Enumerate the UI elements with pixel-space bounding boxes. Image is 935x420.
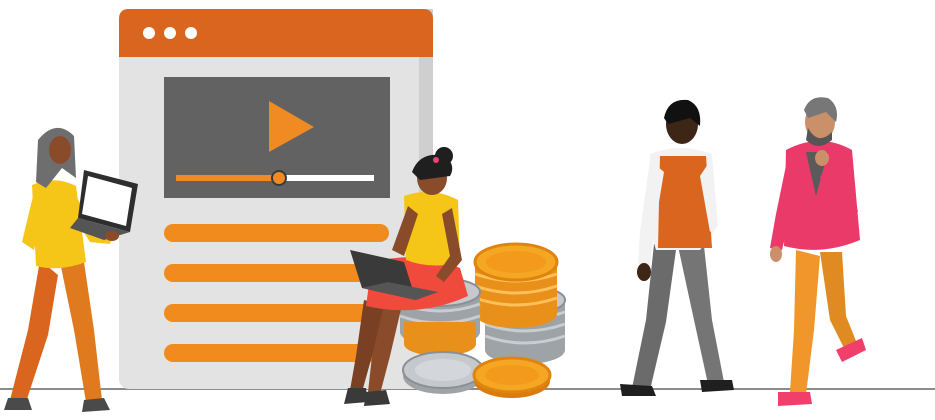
coin-loose-silver <box>402 351 484 394</box>
window-dot-icon <box>185 27 197 39</box>
progress-fill <box>176 175 279 181</box>
text-line <box>164 264 389 282</box>
coin-loose-gold <box>472 356 552 398</box>
text-line <box>164 344 389 362</box>
coin-stack-gold <box>473 242 559 328</box>
progress-handle[interactable] <box>270 170 287 186</box>
window-dot-icon <box>143 27 155 39</box>
person-walking-icon <box>620 99 734 396</box>
text-line <box>164 224 389 242</box>
window-dot-icon <box>164 27 176 39</box>
person-thinking-icon <box>770 97 866 406</box>
coin-pile-gold <box>404 322 476 356</box>
text-line <box>164 304 389 322</box>
person-laptop-icon <box>4 127 138 412</box>
illustration-scene <box>0 9 935 412</box>
